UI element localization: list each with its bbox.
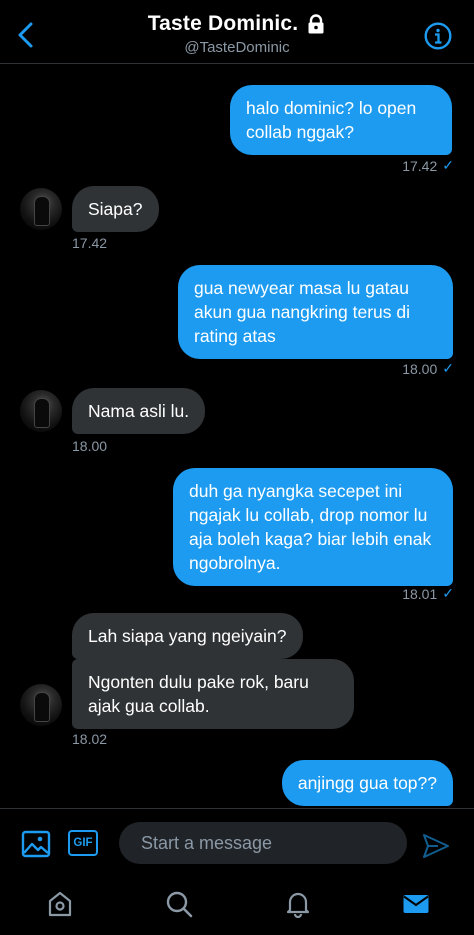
send-icon[interactable]	[422, 833, 450, 859]
incoming-message-bubble[interactable]: Siapa?	[72, 186, 159, 232]
message-timestamp: 18.00	[72, 438, 107, 454]
outgoing-message-bubble[interactable]: gua newyear masa lu gatau akun gua nangk…	[178, 265, 453, 359]
message-text: Siapa?	[88, 199, 143, 219]
outgoing-message-bubble[interactable]: halo dominic? lo open collab nggak?	[230, 85, 452, 155]
message-input[interactable]	[119, 822, 407, 864]
gif-button[interactable]: GIF	[68, 830, 98, 856]
avatar[interactable]	[20, 188, 62, 230]
bottom-tab-bar	[0, 876, 474, 935]
read-check-icon: ✓	[442, 585, 454, 601]
avatar[interactable]	[20, 684, 62, 726]
incoming-message-bubble[interactable]: Nama asli lu.	[72, 388, 206, 434]
timestamp-text: 17.42	[402, 157, 438, 174]
image-icon[interactable]	[21, 829, 51, 859]
outgoing-message-bubble[interactable]: duh ga nyangka secepet ini ngajak lu col…	[173, 468, 453, 586]
message-text: Ngonten dulu pake rok, baru ajak gua col…	[88, 672, 309, 716]
message-timestamp: 17.42 ✓	[402, 157, 454, 174]
message-text: halo dominic? lo open collab nggak?	[246, 98, 417, 142]
conversation-title: Taste Dominic.	[148, 12, 327, 36]
message-timestamp: 18.00 ✓	[402, 360, 454, 377]
read-check-icon: ✓	[442, 360, 454, 376]
search-icon[interactable]	[165, 890, 193, 918]
timestamp-text: 18.02	[72, 731, 108, 747]
message-text: duh ga nyangka secepet ini ngajak lu col…	[189, 481, 432, 573]
timestamp-text: 17.42	[72, 235, 108, 251]
message-text: anjingg gua top??	[297, 773, 437, 793]
message-text: gua newyear masa lu gatau akun gua nangk…	[194, 278, 410, 346]
conversation-header: Taste Dominic. @TasteDominic	[0, 0, 474, 64]
contact-handle: @TasteDominic	[184, 39, 290, 56]
timestamp-text: 18.00	[72, 438, 108, 454]
message-timestamp: 18.01 ✓	[402, 585, 454, 602]
lock-icon	[308, 14, 324, 34]
timestamp-text: 18.01	[402, 585, 438, 602]
gif-label: GIF	[73, 837, 93, 849]
incoming-message-bubble[interactable]: Ngonten dulu pake rok, baru ajak gua col…	[72, 659, 354, 729]
mail-icon[interactable]	[402, 890, 430, 918]
home-icon[interactable]	[46, 890, 74, 918]
outgoing-message-bubble[interactable]: anjingg gua top??	[281, 760, 453, 806]
message-composer: GIF	[0, 808, 474, 876]
message-thread[interactable]: halo dominic? lo open collab nggak? 17.4…	[0, 64, 474, 807]
avatar[interactable]	[20, 390, 62, 432]
message-timestamp: 18.02	[72, 731, 107, 747]
message-text: Nama asli lu.	[88, 401, 190, 421]
message-timestamp: 17.42	[72, 235, 107, 251]
read-check-icon: ✓	[442, 157, 454, 173]
bell-icon[interactable]	[284, 890, 312, 918]
timestamp-text: 18.00	[402, 360, 438, 377]
message-text: Lah siapa yang ngeiyain?	[88, 626, 287, 646]
contact-name: Taste Dominic.	[147, 12, 299, 35]
info-icon[interactable]	[424, 22, 452, 50]
incoming-message-bubble[interactable]: Lah siapa yang ngeiyain?	[72, 613, 303, 659]
conversation-title-block[interactable]: Taste Dominic. @TasteDominic	[0, 12, 474, 56]
